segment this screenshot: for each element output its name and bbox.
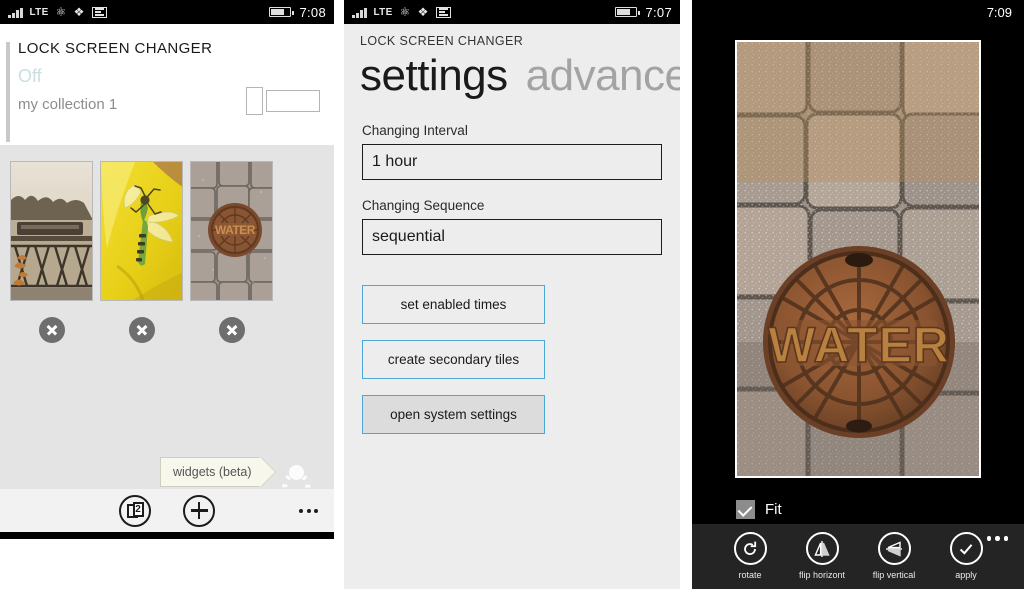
field-label: Changing Sequence — [362, 198, 485, 213]
toggle-track — [266, 90, 320, 112]
thumbnail-train-bridge[interactable] — [10, 161, 93, 301]
app-title: LOCK SCREEN CHANGER — [18, 40, 213, 57]
collection-header: LOCK SCREEN CHANGER Off my collection 1 — [0, 24, 334, 145]
status-bar-left: LTE ⚛ ❖ — [352, 6, 451, 18]
add-image-button[interactable] — [183, 494, 215, 527]
flip-horizontal-icon — [805, 532, 839, 565]
screenshot-root: LTE ⚛ ❖ 7:08 LOCK SCREEN CHANGER Off my … — [0, 0, 1024, 589]
button-label: rotate — [738, 570, 762, 580]
enable-toggle[interactable] — [246, 87, 320, 115]
dragonfly-on-yellow-flower-photo — [101, 162, 182, 300]
app-title: LOCK SCREEN CHANGER — [360, 34, 524, 48]
field-label: Changing Interval — [362, 123, 468, 138]
button-label: flip horizont — [798, 570, 846, 580]
thumbnail-manhole[interactable]: WATER — [190, 161, 273, 301]
list-item[interactable] — [100, 161, 183, 343]
list-item[interactable] — [10, 161, 93, 343]
fit-option-row[interactable]: Fit — [692, 494, 1024, 524]
battery-icon — [269, 7, 294, 17]
photo-frame[interactable]: WATER — [735, 40, 981, 478]
rotate-icon — [733, 532, 767, 565]
delete-thumbnail-button[interactable] — [38, 317, 65, 343]
svg-text:WATER: WATER — [768, 317, 950, 373]
changing-interval-select[interactable]: 1 hour — [362, 144, 662, 180]
changing-sequence-select[interactable]: sequential — [362, 219, 662, 255]
status-bar: 7:09 — [692, 0, 1024, 24]
rotate-button[interactable]: rotate — [723, 532, 777, 580]
delete-thumbnail-button[interactable] — [128, 317, 155, 343]
sim-card-icon — [91, 6, 107, 18]
tab-settings[interactable]: settings — [360, 51, 508, 101]
collection-body: WATER widgets (beta) 2 — [0, 145, 334, 539]
clock: 7:08 — [299, 4, 326, 20]
water-manhole-cover-on-cobblestones: WATER — [737, 42, 979, 476]
thumbnail-dragonfly[interactable] — [100, 161, 183, 301]
status-bar: LTE ⚛ ❖ 7:08 — [0, 0, 334, 24]
water-manhole-cover-photo: WATER — [191, 162, 272, 300]
delete-thumbnail-button[interactable] — [218, 317, 245, 343]
field-changing-sequence: Changing Sequence sequential — [362, 198, 662, 255]
image-preview-stage[interactable]: WATER — [692, 24, 1024, 494]
bluetooth-icon: ⚛ — [55, 5, 67, 19]
button-label: apply — [955, 570, 977, 580]
plus-icon — [190, 502, 208, 519]
train-on-bridge-photo — [11, 162, 92, 300]
check-icon — [949, 532, 983, 565]
widgets-beta-row[interactable]: widgets (beta) — [160, 457, 312, 500]
create-secondary-tiles-button[interactable]: create secondary tiles — [362, 340, 545, 379]
status-bar-right: 7:07 — [615, 5, 672, 20]
wifi-icon: ❖ — [73, 5, 85, 19]
sim-card-icon — [435, 6, 451, 18]
signal-bars-icon — [8, 7, 23, 18]
flip-vertical-icon — [877, 532, 911, 565]
nav-bar — [0, 532, 334, 539]
manhole-cover: WATER — [763, 246, 955, 438]
header-accent-bar — [6, 42, 10, 142]
status-bar-right: 7:08 — [269, 5, 326, 20]
status-bar: LTE ⚛ ❖ 7:07 — [344, 0, 680, 24]
fit-label: Fit — [765, 500, 782, 518]
set-enabled-times-button[interactable]: set enabled times — [362, 285, 545, 324]
field-changing-interval: Changing Interval 1 hour — [362, 123, 662, 180]
duplicate-badge: 2 — [132, 501, 144, 517]
lte-label: LTE — [29, 6, 49, 18]
settings-body: Changing Interval 1 hour Changing Sequen… — [344, 101, 680, 434]
open-system-settings-button[interactable]: open system settings — [362, 395, 545, 434]
phone-panel-collection: LTE ⚛ ❖ 7:08 LOCK SCREEN CHANGER Off my … — [0, 0, 334, 589]
flip-vertical-button[interactable]: flip vertical — [867, 532, 921, 580]
svg-text:WATER: WATER — [215, 223, 256, 237]
enabled-state-label: Off — [18, 66, 42, 86]
phone-panel-image-editor: 7:09 WATER Fit rotate flip horizont flip… — [692, 0, 1024, 589]
thumbnail-list: WATER — [0, 145, 334, 343]
battery-icon — [615, 7, 640, 17]
status-bar-left: LTE ⚛ ❖ — [8, 6, 107, 18]
ellipsis-icon[interactable] — [299, 508, 318, 513]
button-label: flip vertical — [872, 570, 916, 580]
duplicate-glyph: 2 — [126, 501, 144, 520]
list-item[interactable]: WATER — [190, 161, 273, 343]
signal-bars-icon — [352, 7, 367, 18]
app-bar: 2 — [0, 489, 334, 532]
app-bar: rotate flip horizont flip vertical apply — [692, 524, 1024, 589]
toggle-thumb — [246, 87, 263, 115]
pivot-tabs: settings advanced — [360, 51, 680, 101]
lte-label: LTE — [373, 6, 393, 18]
duplicate-pages-icon[interactable]: 2 — [119, 494, 151, 527]
flip-horizontal-button[interactable]: flip horizont — [795, 532, 849, 580]
phone-panel-settings: LTE ⚛ ❖ 7:07 LOCK SCREEN CHANGER setting… — [344, 0, 680, 589]
clock: 7:07 — [645, 4, 672, 20]
apply-button[interactable]: apply — [939, 532, 993, 580]
ellipsis-icon[interactable] — [986, 536, 1008, 541]
tab-advanced[interactable]: advanced — [526, 51, 680, 101]
fit-checkbox[interactable] — [736, 499, 755, 519]
widgets-beta-tag[interactable]: widgets (beta) — [160, 457, 275, 487]
sun-brightness-icon[interactable] — [282, 457, 312, 500]
settings-header: LOCK SCREEN CHANGER settings advanced — [344, 24, 680, 101]
clock: 7:09 — [986, 4, 1012, 20]
wifi-icon: ❖ — [417, 5, 429, 19]
bluetooth-icon: ⚛ — [399, 5, 411, 19]
